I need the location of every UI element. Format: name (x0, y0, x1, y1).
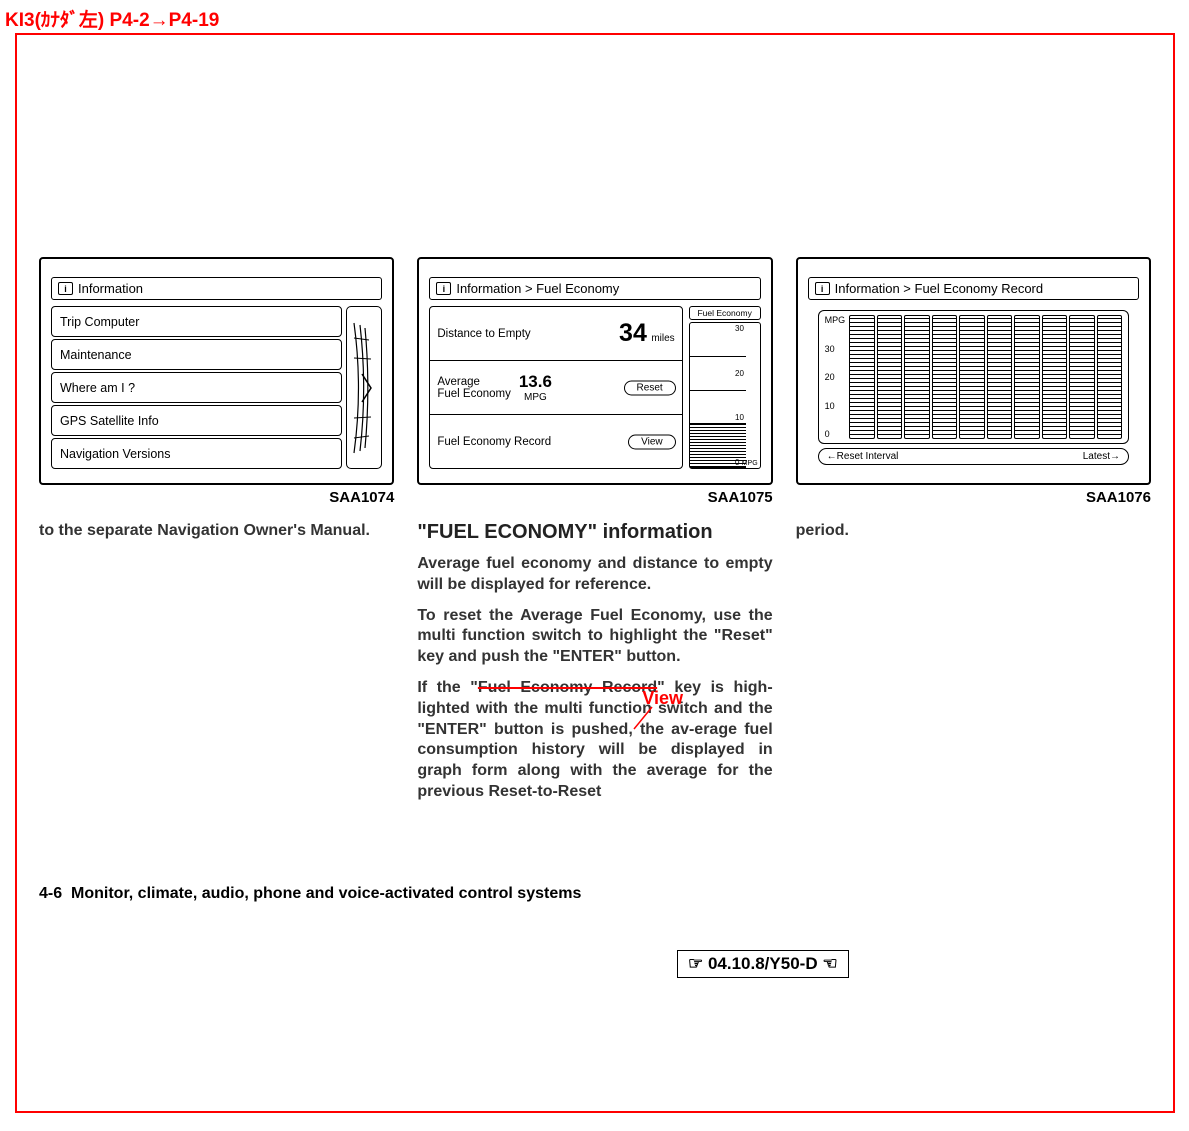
reset-button[interactable]: Reset (624, 380, 676, 395)
hist-bar (1014, 315, 1039, 439)
y-tick: 20 (825, 372, 846, 382)
hist-bar (959, 315, 984, 439)
correction-leader-line (632, 707, 662, 731)
screen-breadcrumb: i Information (51, 277, 382, 300)
figure-caption: SAA1076 (796, 489, 1151, 506)
nav-screen-information-menu: i Information Trip Computer Maintenance … (39, 257, 394, 485)
col3-p1: period. (796, 521, 1151, 542)
menu-item-maintenance[interactable]: Maintenance (51, 339, 342, 370)
scale-tick: 0 MPG (735, 458, 758, 467)
figure-saa1074: i Information Trip Computer Maintenance … (39, 257, 394, 506)
y-tick: 10 (825, 401, 846, 411)
page-number: 4-6 (39, 885, 62, 902)
mini-histogram: Fuel Economy 30 20 (689, 306, 761, 469)
scale-tick: 10 (735, 413, 758, 422)
dte-value: 34 (619, 319, 647, 347)
body-text-columns: to the separate Navigation Owner's Manua… (39, 521, 1151, 813)
info-icon: i (436, 282, 451, 295)
menu-item-nav-versions[interactable]: Navigation Versions (51, 438, 342, 469)
wheel-svg (349, 318, 379, 458)
struck-out-text: Fuel Economy Record (478, 679, 657, 696)
scale-tick: 20 (735, 369, 758, 378)
mini-hist-title: Fuel Economy (689, 306, 761, 320)
hist-bar (1069, 315, 1094, 439)
column-2: "FUEL ECONOMY" information Average fuel … (417, 521, 772, 813)
screen-title: Information (78, 281, 143, 296)
hist-bar (932, 315, 957, 439)
history-graph: MPG 30 20 10 0 (818, 310, 1129, 444)
column-1: to the separate Navigation Owner's Manua… (39, 521, 394, 813)
col2-p3: If the "Fuel Economy Record" key is high… (417, 678, 772, 803)
hist-bar (849, 315, 874, 439)
nav-screen-fuel-economy: i Information > Fuel Economy Distance to… (417, 257, 772, 485)
latest-button[interactable]: Latest (1083, 451, 1110, 462)
figure-row: i Information Trip Computer Maintenance … (39, 257, 1151, 506)
info-icon: i (58, 282, 73, 295)
screen-title: Information > Fuel Economy Record (835, 281, 1043, 296)
afe-label1: Average (437, 376, 511, 388)
dte-row: Distance to Empty 34 miles (430, 307, 681, 361)
dte-label: Distance to Empty (437, 328, 530, 340)
y-tick: 0 (825, 429, 846, 439)
menu-item-trip-computer[interactable]: Trip Computer (51, 306, 342, 337)
revision-stamp: ☞ 04.10.8/Y50-D ☜ (677, 950, 849, 978)
dte-unit: miles (651, 333, 674, 344)
proofing-header: KI3(ｶﾅﾀﾞ左) P4-2→P4-19 (5, 5, 219, 32)
graph-button-row: ← Reset Interval Latest → (818, 448, 1129, 465)
view-button[interactable]: View (628, 434, 676, 449)
hist-bar (1042, 315, 1067, 439)
afe-label2: Fuel Economy (437, 388, 511, 400)
col1-p1: to the separate Navigation Owner's Manua… (39, 521, 394, 542)
figure-saa1075: i Information > Fuel Economy Distance to… (417, 257, 772, 506)
screen-breadcrumb: i Information > Fuel Economy (429, 277, 760, 300)
hist-bar (904, 315, 929, 439)
record-row: Fuel Economy Record View (430, 415, 681, 468)
scroll-wheel-icon (346, 306, 382, 469)
reset-interval-button[interactable]: Reset Interval (837, 451, 899, 462)
screen-breadcrumb: i Information > Fuel Economy Record (808, 277, 1139, 300)
info-icon: i (815, 282, 830, 295)
nav-screen-fuel-economy-record: i Information > Fuel Economy Record MPG … (796, 257, 1151, 485)
figure-caption: SAA1075 (417, 489, 772, 506)
column-3: period. (796, 521, 1151, 813)
menu-item-where-am-i[interactable]: Where am I ? (51, 372, 342, 403)
col2-p2: To reset the Average Fuel Economy, use t… (417, 606, 772, 668)
scale-tick: 30 (735, 324, 758, 333)
screen-title: Information > Fuel Economy (456, 281, 619, 296)
afe-value: 13.6 (519, 372, 552, 392)
figure-caption: SAA1074 (39, 489, 394, 506)
correction-callout-view: View (642, 688, 683, 709)
hist-bar (987, 315, 1012, 439)
hist-bar (1097, 315, 1122, 439)
fuel-economy-heading: "FUEL ECONOMY" information (417, 521, 772, 544)
hist-bar (877, 315, 902, 439)
afe-row: Average Fuel Economy 13.6 MPG Reset (430, 361, 681, 415)
col2-p1: Average fuel economy and distance to emp… (417, 554, 772, 596)
menu-item-gps-info[interactable]: GPS Satellite Info (51, 405, 342, 436)
chapter-title: Monitor, climate, audio, phone and voice… (71, 885, 581, 902)
figure-saa1076: i Information > Fuel Economy Record MPG … (796, 257, 1151, 506)
page-crop-frame: i Information Trip Computer Maintenance … (15, 33, 1175, 1113)
y-label: MPG (825, 315, 846, 325)
page-footer: 4-6 Monitor, climate, audio, phone and v… (39, 885, 581, 903)
y-tick: 30 (825, 344, 846, 354)
afe-unit: MPG (524, 392, 547, 403)
